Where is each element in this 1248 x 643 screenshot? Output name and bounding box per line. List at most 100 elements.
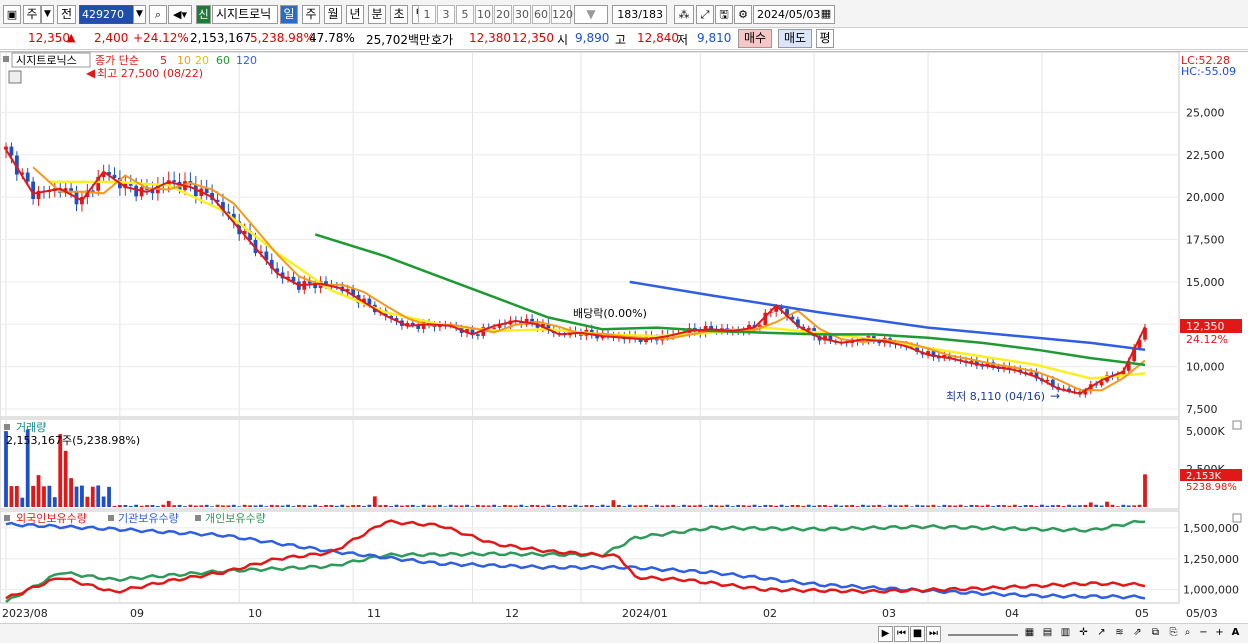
period-tab[interactable]: 주 [302, 5, 320, 24]
copy-icon[interactable]: ⧉ [1148, 626, 1163, 642]
chart-tools-icon[interactable]: ⁂ [674, 5, 694, 24]
zoom-out-icon[interactable]: − [1196, 626, 1211, 642]
period-tab[interactable]: 일 [280, 5, 298, 24]
calendar-icon[interactable]: ▦ [818, 5, 834, 24]
zoom-slider[interactable] [948, 626, 1018, 636]
window-split-icon[interactable]: ▤ [1040, 626, 1055, 642]
minute-custom-select[interactable]: ▼ [574, 5, 608, 24]
volume-bar [107, 486, 111, 507]
ma120-label: 120 [236, 54, 257, 67]
trend-icon[interactable]: ↗ [1094, 626, 1109, 642]
search-icon[interactable]: ⌕ [149, 5, 167, 24]
volume-bar [161, 504, 166, 507]
volume-bar [823, 504, 827, 507]
volume-panel [0, 418, 1180, 510]
volume-bar [790, 505, 795, 507]
save-icon[interactable]: 🖫 [715, 5, 733, 24]
volume-bar [150, 504, 155, 507]
avg-button[interactable]: 평 [816, 29, 834, 48]
minute-option[interactable]: 10 [475, 5, 493, 24]
stop-icon[interactable]: ■ [910, 626, 925, 642]
volume-bar [80, 485, 84, 507]
volume-bar [568, 505, 572, 507]
volume-bar [622, 506, 627, 507]
volume-bar [172, 505, 177, 507]
high-arrow-icon: ◀ [86, 66, 96, 80]
minute-option[interactable]: 1 [418, 5, 436, 24]
volume-bar [833, 504, 838, 507]
fast-forward-icon[interactable]: ⏭ [926, 626, 941, 642]
calculator-icon[interactable] [8, 70, 22, 84]
volume-tag-text: 2,153K [1186, 471, 1222, 482]
stock-name-field[interactable]: 시지트로닉 [212, 5, 278, 24]
pattern-icon[interactable]: ≋ [1112, 626, 1127, 642]
volume-bar [936, 506, 941, 507]
volume-bar [980, 505, 985, 507]
scroll-right-icon[interactable]: ▶ [878, 626, 893, 642]
volume-bar [443, 506, 448, 507]
zoom-search-icon[interactable]: ⌕ [1180, 626, 1195, 642]
crosshair-icon[interactable]: ✛ [1076, 626, 1091, 642]
market-dropdown-icon[interactable]: ▼ [41, 5, 54, 24]
volume-bar [644, 504, 648, 507]
minute-option[interactable]: 5 [456, 5, 474, 24]
volume-bar [557, 505, 562, 507]
volume-title: 거래량 [16, 421, 46, 434]
candle-count-input[interactable]: 183/183 [612, 5, 667, 24]
settings-gear-icon[interactable]: ⚙ [734, 5, 752, 24]
sell-button[interactable]: 매도 [778, 29, 812, 48]
volume-bar [611, 500, 616, 507]
volume-bar [1137, 504, 1142, 507]
market-select[interactable]: 주 [23, 5, 41, 24]
volume-bar [36, 475, 41, 507]
volume-bar [969, 504, 974, 507]
volume-bar [291, 506, 296, 507]
volume-bar [687, 505, 692, 507]
minute-option[interactable]: 3 [437, 5, 455, 24]
volume-bar [427, 505, 431, 507]
volume-bar [324, 504, 328, 507]
font-size-icon[interactable]: A [1228, 626, 1243, 642]
x-tick-label: 2023/08 [2, 607, 48, 620]
institution-holder-label: 기관보유수량 [118, 512, 179, 525]
minute-option[interactable]: 60 [532, 5, 550, 24]
volume-bar [302, 505, 307, 507]
volume-bar [1067, 504, 1071, 507]
volume-bar [725, 504, 730, 507]
layout-icon[interactable]: ▥ [1058, 626, 1073, 642]
volume-bar [372, 496, 377, 507]
volume-bar [492, 504, 497, 507]
volume-bar [74, 486, 79, 507]
export-icon[interactable]: ⎘ [1166, 626, 1181, 642]
share-icon[interactable]: ⇗ [1130, 626, 1145, 642]
zoom-in-icon[interactable]: + [1212, 626, 1227, 642]
volume-bar [1002, 505, 1006, 507]
chart-area[interactable]: 25,000 22,500 20,000 17,500 15,000 10,000 7,50… [0, 51, 1248, 623]
rewind-icon[interactable]: ⏮ [894, 626, 909, 642]
volume-bar [497, 506, 502, 507]
period-tab[interactable]: 월 [324, 5, 342, 24]
sound-icon[interactable]: ◀▾ [168, 5, 192, 24]
volume-bar [698, 504, 703, 507]
code-dropdown-icon[interactable]: ▼ [133, 5, 146, 24]
period-tab[interactable]: 분 [368, 5, 386, 24]
buy-button[interactable]: 매수 [738, 29, 772, 48]
holder-close-icon[interactable] [1232, 513, 1242, 523]
volume-bar [893, 505, 898, 507]
minute-option[interactable]: 30 [513, 5, 531, 24]
grid-view-icon[interactable]: ▦ [1022, 626, 1037, 642]
stock-chart-svg[interactable]: 25,000 22,500 20,000 17,500 15,000 10,000 7,50… [0, 51, 1248, 624]
minute-option[interactable]: 20 [494, 5, 512, 24]
volume-bar [481, 505, 486, 507]
minute-option[interactable]: 120 [551, 5, 573, 24]
window-icon[interactable]: ▣ [3, 5, 21, 24]
period-tab[interactable]: 초 [390, 5, 408, 24]
period-tab[interactable]: 년 [346, 5, 364, 24]
volume-bar [768, 505, 773, 507]
volume-close-icon[interactable] [1232, 420, 1242, 430]
volume-bar [221, 505, 225, 507]
volume-bar [806, 504, 811, 507]
prev-button[interactable]: 전 [57, 5, 76, 24]
draw-icon[interactable]: ⤢ [696, 5, 714, 24]
volume-bar [817, 505, 822, 507]
